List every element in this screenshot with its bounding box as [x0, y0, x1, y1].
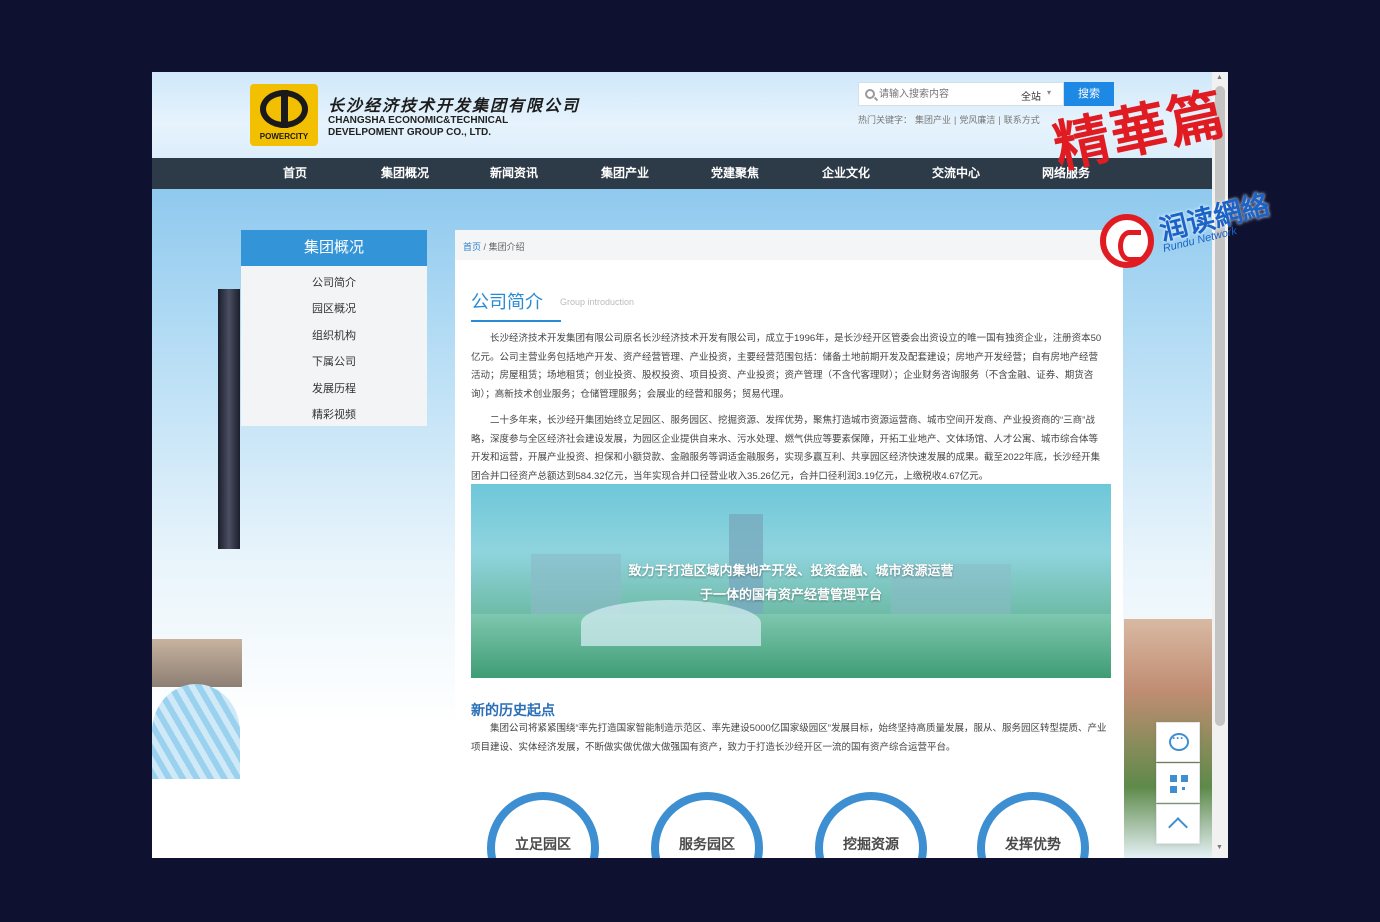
ground-image — [471, 614, 1111, 678]
breadcrumb: 首页 / 集团介绍 — [455, 230, 1123, 260]
scroll-down-arrow-icon[interactable]: ▼ — [1216, 844, 1223, 851]
glass-dome-image — [152, 684, 240, 779]
value-circle-label: 服务园区 — [679, 836, 735, 852]
value-circle: 服务园区 — [651, 792, 763, 858]
nav-industry[interactable]: 集团产业 — [601, 158, 649, 189]
value-circle: 挖掘资源 — [815, 792, 927, 858]
sidebar-menu: 公司简介 园区概况 组织机构 下属公司 发展历程 精彩视频 — [241, 266, 427, 426]
sidebar-item-company-intro[interactable]: 公司简介 — [241, 274, 427, 290]
breadcrumb-current: 集团介绍 — [488, 242, 525, 252]
intro-paragraph-1: 长沙经济技术开发集团有限公司原名长沙经济技术开发有限公司，成立于1996年，是长… — [471, 333, 1102, 400]
section-title: 公司简介 — [471, 292, 543, 312]
logo-bar-icon — [281, 90, 288, 128]
value-circle-label: 挖掘资源 — [843, 836, 899, 852]
hot-keyword-link[interactable]: 联系方式 — [1004, 115, 1040, 125]
qrcode-button[interactable] — [1156, 763, 1200, 803]
chevron-down-icon[interactable]: ▾ — [1047, 88, 1051, 97]
nav-communication[interactable]: 交流中心 — [932, 158, 980, 189]
value-circle-label: 发挥优势 — [1005, 836, 1061, 852]
nav-party-building[interactable]: 党建聚焦 — [711, 158, 759, 189]
nav-news[interactable]: 新闻资讯 — [490, 158, 538, 189]
sidebar-item-history[interactable]: 发展历程 — [241, 380, 427, 396]
banner-slogan-line1: 致力于打造区域内集地产开发、投资金融、城市资源运营 — [628, 563, 954, 578]
hot-keyword-link[interactable]: 党风廉洁 — [959, 115, 995, 125]
section-subtitle: Group introduction — [560, 297, 635, 307]
sidebar-item-park-overview[interactable]: 园区概况 — [241, 300, 427, 316]
nav-home[interactable]: 首页 — [283, 158, 307, 189]
search-scope-select[interactable]: 全站 — [1021, 88, 1041, 103]
back-to-top-button[interactable] — [1156, 804, 1200, 844]
chat-icon — [1169, 731, 1189, 751]
chevron-up-icon — [1168, 817, 1188, 837]
company-logo[interactable]: POWERCITY — [250, 84, 318, 146]
watermark-logo-icon — [1100, 214, 1154, 268]
search-icon — [865, 89, 875, 99]
browser-viewport: POWERCITY 长沙经济技术开发集团有限公司 CHANGSHA ECONOM… — [152, 72, 1228, 858]
chat-button[interactable] — [1156, 722, 1200, 762]
scrollbar-thumb[interactable] — [1215, 86, 1225, 726]
sidebar-item-subsidiaries[interactable]: 下属公司 — [241, 353, 427, 369]
history-paragraph: 集团公司将紧紧围绕“率先打造国家智能制造示范区、率先建设5000亿国家级园区”发… — [471, 723, 1107, 753]
breadcrumb-separator: / — [483, 242, 487, 252]
main-nav: 首页 集团概况 新闻资讯 集团产业 党建聚焦 企业文化 交流中心 网络服务 — [152, 158, 1212, 189]
stadium-image — [581, 600, 761, 646]
company-name-en-line2: DEVELPOMENT GROUP CO., LTD. — [328, 127, 491, 138]
section-underline — [471, 320, 561, 322]
content-panel: 首页 / 集团介绍 公司简介 Group introduction 长沙经济技术… — [455, 230, 1123, 858]
hot-keywords: 热门关键字： 集团产业 | 党风廉洁 | 联系方式 — [858, 113, 1043, 126]
company-name-cn: 长沙经济技术开发集团有限公司 — [328, 96, 581, 115]
value-circle: 发挥优势 — [977, 792, 1089, 858]
nav-group-overview[interactable]: 集团概况 — [381, 158, 429, 189]
qrcode-icon — [1170, 775, 1188, 793]
tv-tower-image — [218, 289, 240, 549]
banner-slogan-line2: 于一体的国有资产经营管理平台 — [699, 587, 882, 602]
hotword-separator: | — [998, 115, 1001, 125]
page-scrollbar[interactable]: ▲ ▼ — [1212, 72, 1228, 858]
intro-paragraph-2: 二十多年来，长沙经开集团始终立足园区、服务园区、挖掘资源、发挥优势，聚焦打造城市… — [471, 415, 1101, 482]
city-left-image — [152, 639, 242, 687]
breadcrumb-home[interactable]: 首页 — [463, 242, 481, 252]
park-banner-image: 致力于打造区域内集地产开发、投资金融、城市资源运营 于一体的国有资产经营管理平台 — [471, 484, 1111, 678]
value-circle-label: 立足园区 — [515, 836, 571, 852]
company-name-en: CHANGSHA ECONOMIC&TECHNICAL DEVELPOMENT … — [328, 115, 568, 139]
history-heading: 新的历史起点 — [471, 702, 555, 718]
sidebar-item-videos[interactable]: 精彩视频 — [241, 406, 427, 422]
logo-emblem-label: POWERCITY — [259, 132, 309, 141]
sidebar-item-organization[interactable]: 组织机构 — [241, 327, 427, 343]
hot-keyword-link[interactable]: 集团产业 — [915, 115, 951, 125]
hotword-separator: | — [954, 115, 957, 125]
search-box: 全站 ▾ — [858, 82, 1064, 106]
sidebar-title: 集团概况 — [241, 230, 427, 266]
company-name-en-line1: CHANGSHA ECONOMIC&TECHNICAL — [328, 115, 509, 126]
hot-keywords-label: 热门关键字： — [858, 115, 913, 125]
nav-culture[interactable]: 企业文化 — [822, 158, 870, 189]
search-input[interactable] — [879, 86, 1009, 102]
value-circle: 立足园区 — [487, 792, 599, 858]
